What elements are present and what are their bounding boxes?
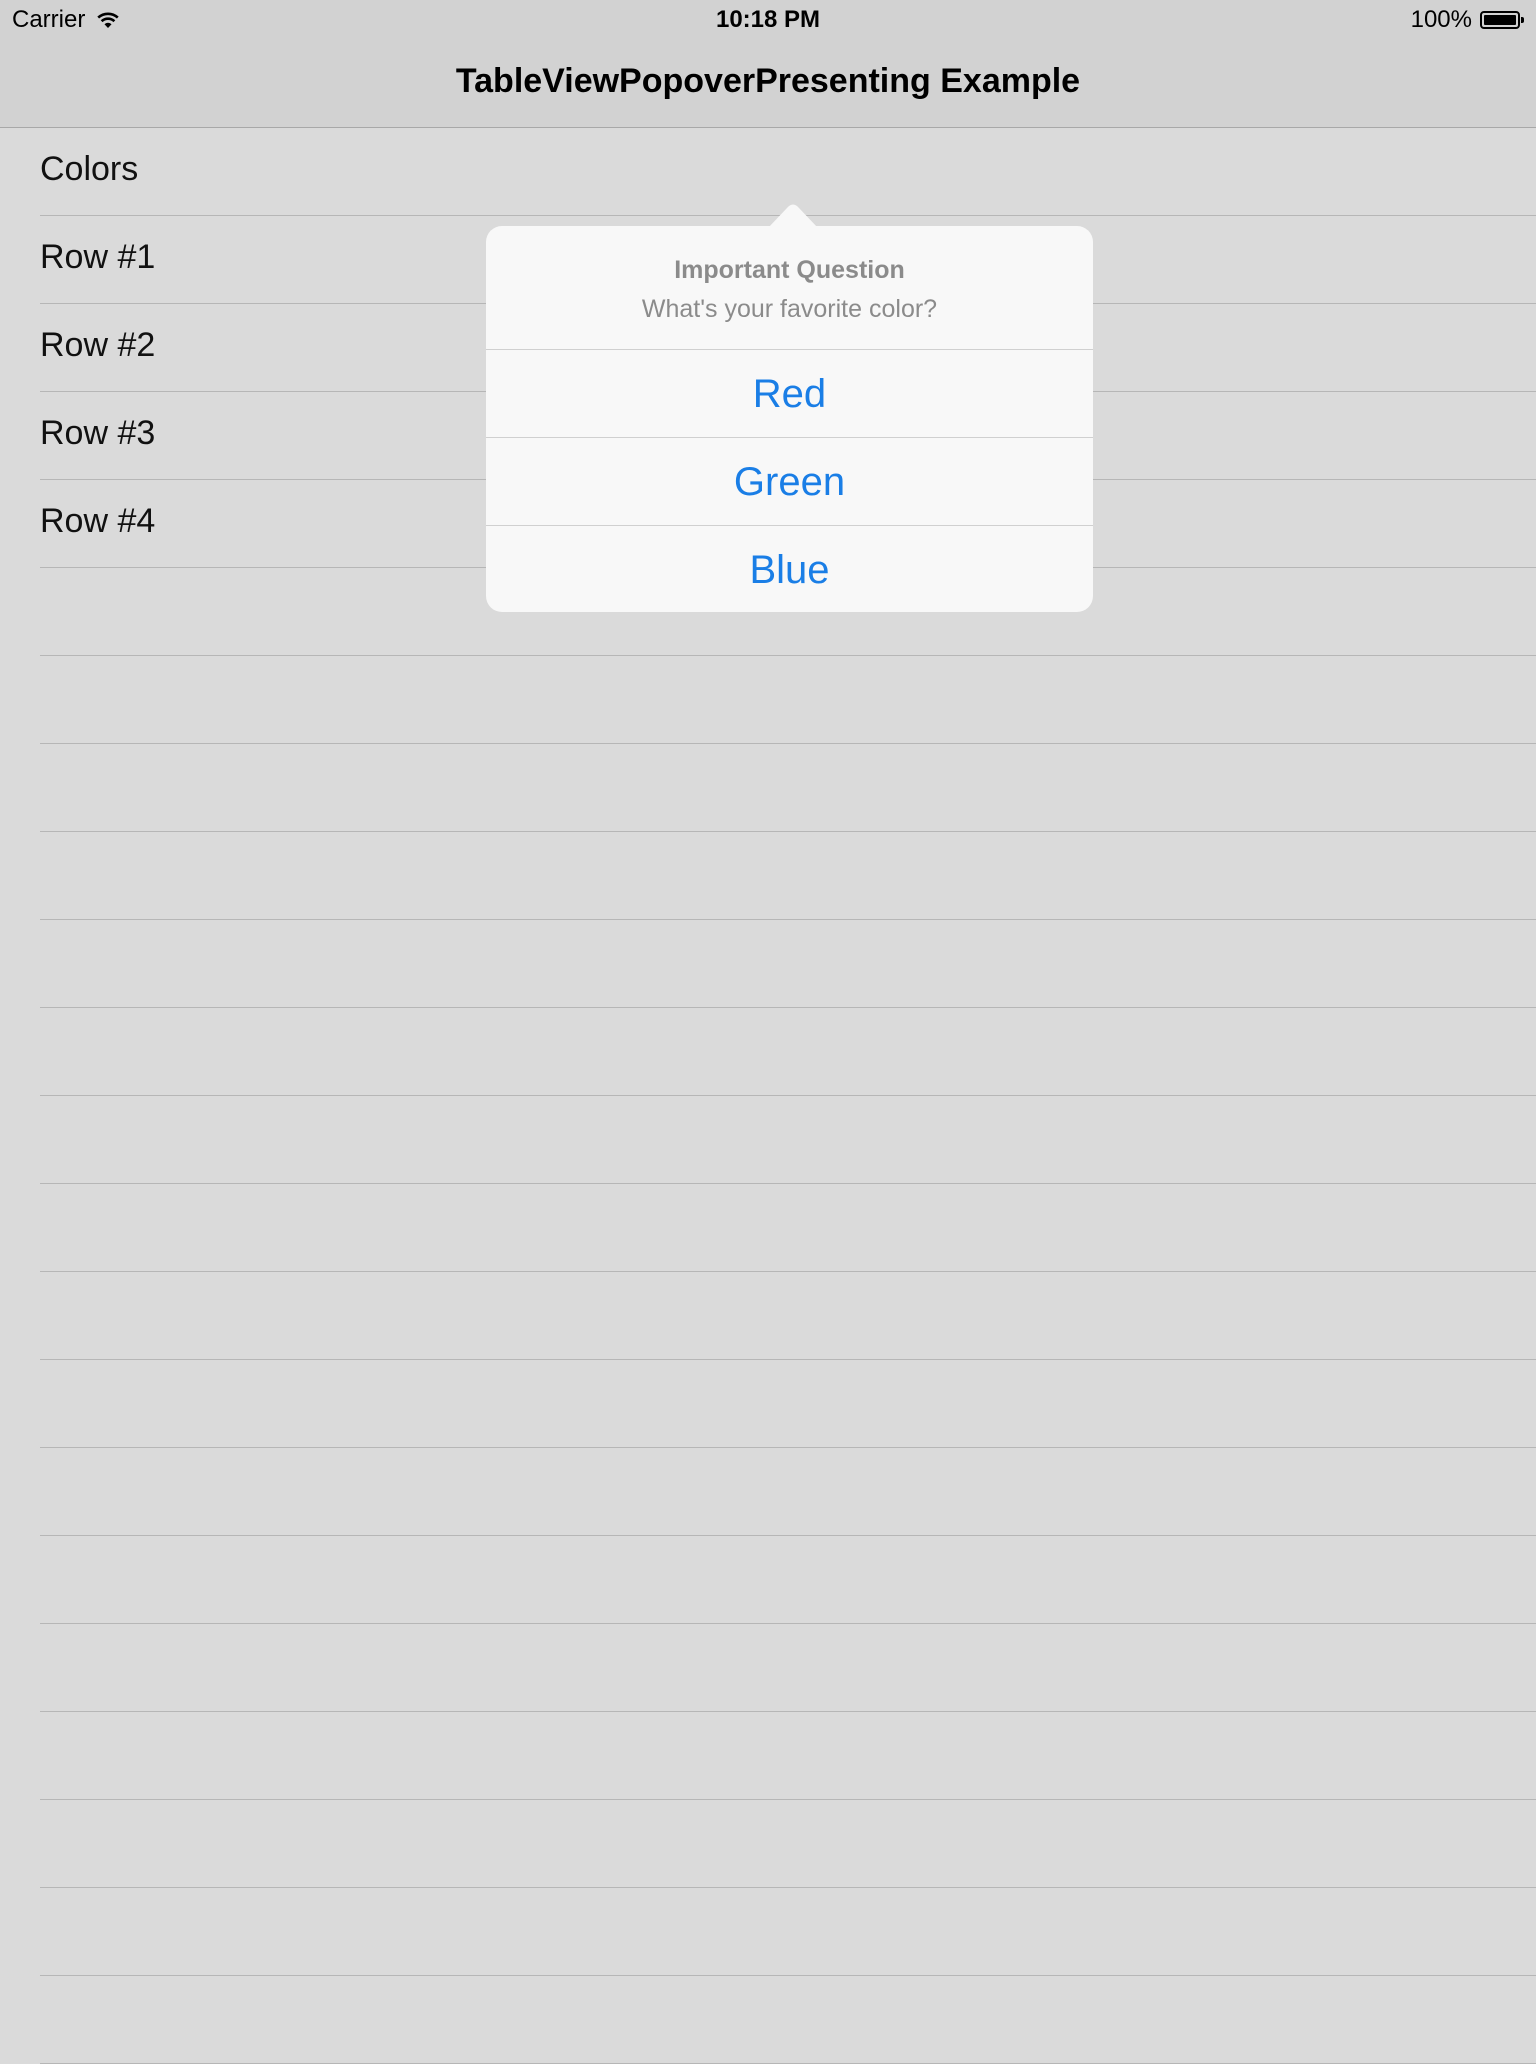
table-row[interactable]	[40, 1536, 1536, 1624]
table-row[interactable]	[40, 1096, 1536, 1184]
row-label: Row #2	[40, 326, 156, 364]
popover-header: Important Question What's your favorite …	[486, 226, 1093, 350]
table-row[interactable]	[40, 1976, 1536, 2064]
option-blue-button[interactable]: Blue	[486, 526, 1093, 614]
table-row[interactable]	[40, 920, 1536, 1008]
table-row[interactable]	[40, 1712, 1536, 1800]
table-row[interactable]	[40, 1360, 1536, 1448]
battery-indicator: 100%	[1411, 6, 1524, 34]
row-label: Colors	[40, 150, 139, 188]
table-row[interactable]	[40, 1800, 1536, 1888]
table-row[interactable]	[40, 832, 1536, 920]
row-label: Row #3	[40, 414, 156, 452]
table-row[interactable]	[40, 1448, 1536, 1536]
table-row[interactable]	[40, 656, 1536, 744]
table-row[interactable]	[40, 1624, 1536, 1712]
row-label: Row #4	[40, 502, 156, 540]
popover-message: What's your favorite color?	[641, 295, 938, 323]
popover-arrow	[768, 204, 818, 228]
color-picker-popover: Important Question What's your favorite …	[486, 226, 1093, 612]
table-row[interactable]	[40, 744, 1536, 832]
battery-percent: 100%	[1410, 6, 1472, 33]
table-row[interactable]	[40, 1272, 1536, 1360]
option-red-button[interactable]: Red	[486, 350, 1093, 438]
battery-icon	[1480, 11, 1524, 29]
table-row[interactable]	[40, 1008, 1536, 1096]
popover-title: Important Question	[674, 256, 905, 284]
row-label: Row #1	[40, 238, 156, 276]
page-title: TableViewPopoverPresenting Example	[455, 62, 1081, 100]
status-time: 10:18 PM	[715, 6, 821, 33]
option-green-button[interactable]: Green	[486, 438, 1093, 526]
table-row[interactable]	[40, 1184, 1536, 1272]
navigation-bar: TableViewPopoverPresenting Example	[0, 40, 1536, 128]
table-row[interactable]	[40, 1888, 1536, 1976]
status-bar: Carrier 10:18 PM 100%	[0, 0, 1536, 40]
